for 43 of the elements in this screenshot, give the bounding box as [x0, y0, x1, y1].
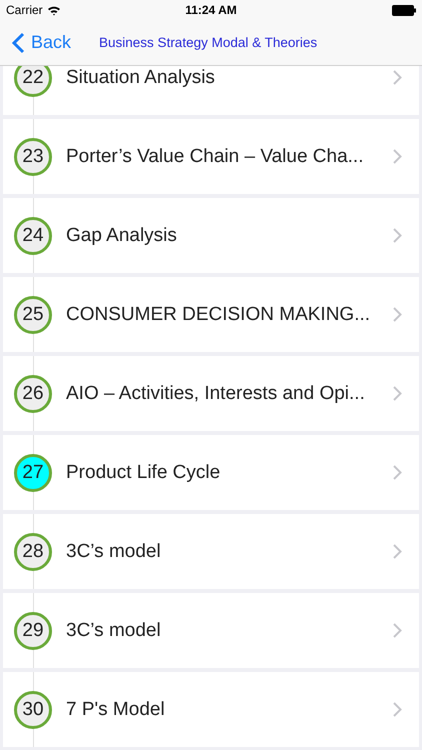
- item-title: CONSUMER DECISION MAKING...: [66, 304, 372, 326]
- battery-icon: [392, 4, 416, 16]
- list-item[interactable]: 30 7 P's Model: [3, 672, 419, 747]
- chevron-icon: [393, 544, 402, 559]
- list-item[interactable]: 28 3C’s model: [3, 514, 419, 589]
- list-item[interactable]: 27 Product Life Cycle: [3, 435, 419, 510]
- number-badge: 30: [14, 690, 52, 728]
- item-title: Situation Analysis: [66, 66, 216, 88]
- list-item[interactable]: 26 AIO – Activities, Interests and Opi...: [3, 356, 419, 431]
- number-badge: 29: [14, 612, 52, 650]
- back-button[interactable]: Back: [0, 32, 78, 54]
- number-badge: 22: [14, 66, 52, 96]
- number-badge: 26: [14, 374, 52, 412]
- list-item[interactable]: 25 CONSUMER DECISION MAKING...: [3, 277, 419, 352]
- chevron-icon: [393, 623, 402, 638]
- item-title: 3C’s model: [66, 620, 162, 642]
- item-title: Product Life Cycle: [66, 462, 222, 484]
- list-item[interactable]: 22 Situation Analysis: [3, 66, 419, 115]
- chevron-icon: [393, 149, 402, 164]
- number-badge: 27: [14, 454, 52, 492]
- chevron-icon: [393, 702, 402, 717]
- list-item[interactable]: 24 Gap Analysis: [3, 198, 419, 273]
- number-badge: 24: [14, 216, 52, 254]
- list-item[interactable]: 29 3C’s model: [3, 593, 419, 668]
- chevron-icon: [393, 70, 402, 85]
- chevron-icon: [393, 465, 402, 480]
- list-item[interactable]: 23 Porter’s Value Chain – Value Cha...: [3, 119, 419, 194]
- wifi-icon: [46, 4, 61, 16]
- status-time: 11:24 AM: [185, 3, 237, 17]
- number-badge: 28: [14, 532, 52, 570]
- item-title: 7 P's Model: [66, 698, 166, 720]
- item-title: Porter’s Value Chain – Value Cha...: [66, 146, 364, 168]
- nav-title: Business Strategy Modal & Theories: [99, 35, 318, 50]
- back-chevron-icon: [12, 32, 25, 54]
- chevron-icon: [393, 228, 402, 243]
- chevron-icon: [393, 386, 402, 401]
- item-title: 3C’s model: [66, 540, 162, 562]
- number-badge: 25: [14, 296, 52, 334]
- item-title: Gap Analysis: [66, 224, 178, 246]
- carrier-label: Carrier: [6, 3, 43, 17]
- number-badge: 23: [14, 138, 52, 176]
- item-title: AIO – Activities, Interests and Opi...: [66, 382, 366, 404]
- chevron-icon: [393, 307, 402, 322]
